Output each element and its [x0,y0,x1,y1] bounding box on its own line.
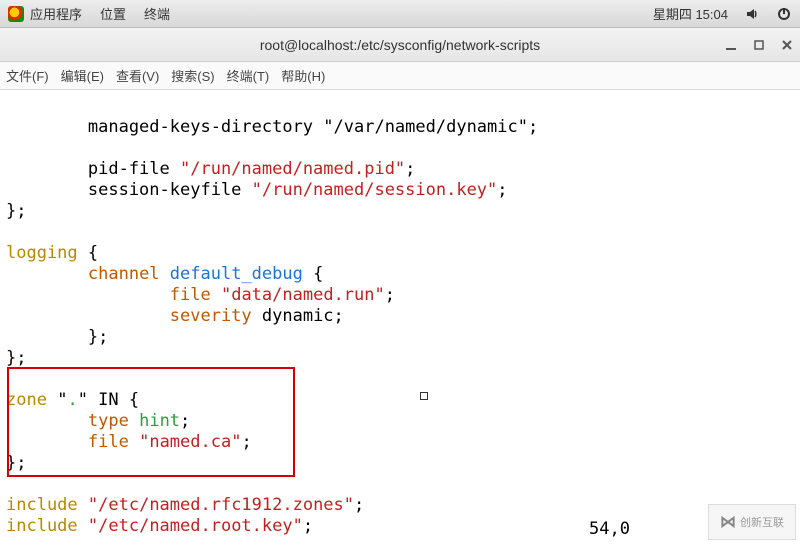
menu-terminal[interactable]: 终端(T) [227,66,270,85]
panel-applications[interactable]: 应用程序 [30,4,82,23]
panel-terminal[interactable]: 终端 [144,4,170,23]
code-line: type hint; [6,411,190,431]
menu-view[interactable]: 查看(V) [116,66,159,85]
menu-edit[interactable]: 编辑(E) [61,66,104,85]
code-line: session-keyfile "/run/named/session.key"… [6,180,508,200]
terminal-content[interactable]: managed-keys-directory "/var/named/dynam… [0,90,800,544]
code-line: managed-keys-directory "/var/named/dynam… [6,117,538,137]
menu-search[interactable]: 搜索(S) [171,66,214,85]
minimize-button[interactable] [724,38,738,52]
close-button[interactable] [780,38,794,52]
menu-help[interactable]: 帮助(H) [281,66,325,85]
code-line: }; [6,453,26,473]
app-menubar: 文件(F) 编辑(E) 查看(V) 搜索(S) 终端(T) 帮助(H) [0,62,800,90]
gnome-top-panel: 应用程序 位置 终端 星期四 15:04 [0,0,800,28]
panel-places[interactable]: 位置 [100,4,126,23]
code-line: channel default_debug { [6,264,323,284]
code-line: severity dynamic; [6,306,344,326]
window-title: root@localhost:/etc/sysconfig/network-sc… [260,37,540,53]
watermark-text: 创新互联 [740,514,784,530]
window-titlebar[interactable]: root@localhost:/etc/sysconfig/network-sc… [0,28,800,62]
watermark-logo-icon: ⋈ [720,512,736,532]
code-line: include "/etc/named.root.key"; [6,516,313,536]
code-line: }; [6,201,26,221]
distro-icon [8,6,24,22]
watermark-badge: ⋈ 创新互联 [708,504,796,540]
code-line: }; [6,327,108,347]
maximize-button[interactable] [752,38,766,52]
volume-icon[interactable] [744,6,760,22]
code-line: pid-file "/run/named/named.pid"; [6,159,415,179]
menu-file[interactable]: 文件(F) [6,66,49,85]
panel-datetime[interactable]: 星期四 15:04 [653,4,728,23]
code-line: file "data/named.run"; [6,285,395,305]
code-line: logging { [6,243,98,263]
code-line: zone "." IN { [6,390,139,410]
code-line: include "/etc/named.rfc1912.zones"; [6,495,364,515]
cursor-placeholder-icon [420,392,428,400]
power-icon[interactable] [776,6,792,22]
vim-position-indicator: 54,0 [589,519,630,540]
code-line: }; [6,348,26,368]
code-line: file "named.ca"; [6,432,252,452]
